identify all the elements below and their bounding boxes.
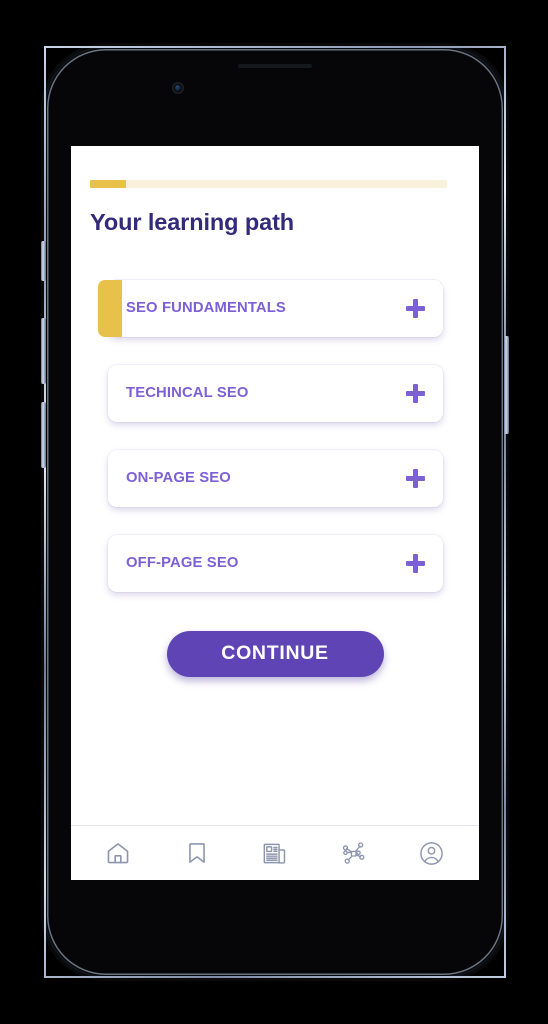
module-label: ON-PAGE SEO	[126, 470, 231, 487]
mute-switch-button[interactable]	[41, 241, 46, 281]
profile-icon	[418, 840, 445, 867]
power-button[interactable]	[504, 336, 509, 434]
plus-icon[interactable]	[406, 553, 425, 573]
nav-item-news[interactable]	[252, 833, 298, 873]
progress-bar-fill	[90, 180, 126, 188]
plus-icon[interactable]	[406, 298, 425, 318]
nav-item-profile[interactable]	[409, 833, 455, 873]
module-card-techincal-seo[interactable]: TECHINCAL SEO	[108, 364, 443, 422]
news-icon	[261, 840, 288, 867]
nav-item-home[interactable]	[95, 833, 141, 873]
module-card-off-page-seo[interactable]: OFF-PAGE SEO	[108, 534, 443, 592]
module-label: OFF-PAGE SEO	[126, 555, 239, 572]
phone-screen: Your learning path SEO FUNDAMENTALS TECH…	[71, 146, 479, 880]
module-label: SEO FUNDAMENTALS	[126, 300, 286, 317]
continue-button-container: CONTINUE	[90, 630, 460, 677]
plus-icon[interactable]	[406, 468, 425, 488]
module-card-seo-fundamentals[interactable]: SEO FUNDAMENTALS	[98, 279, 443, 337]
camera-lens	[175, 85, 181, 91]
bottom-navigation-bar	[71, 825, 479, 880]
module-card-on-page-seo[interactable]: ON-PAGE SEO	[108, 449, 443, 507]
volume-up-button[interactable]	[41, 318, 46, 384]
plus-icon[interactable]	[406, 383, 425, 403]
module-accent-bar	[98, 279, 122, 337]
phone-device-frame: Your learning path SEO FUNDAMENTALS TECH…	[41, 46, 509, 978]
bookmark-icon	[184, 840, 210, 866]
network-icon	[340, 840, 367, 867]
front-camera-icon	[172, 82, 184, 94]
earpiece-speaker	[238, 64, 312, 68]
volume-down-button[interactable]	[41, 402, 46, 468]
page-title: Your learning path	[90, 209, 295, 235]
nav-item-bookmarks[interactable]	[174, 833, 220, 873]
home-icon	[105, 840, 131, 866]
module-list: SEO FUNDAMENTALS TECHINCAL SEO ON-PAGE S…	[90, 279, 460, 592]
nav-item-network[interactable]	[330, 833, 376, 873]
screen-content: Your learning path SEO FUNDAMENTALS TECH…	[71, 146, 479, 825]
module-label: TECHINCAL SEO	[126, 385, 249, 402]
progress-bar-track	[90, 180, 447, 188]
continue-button[interactable]: CONTINUE	[166, 630, 384, 677]
